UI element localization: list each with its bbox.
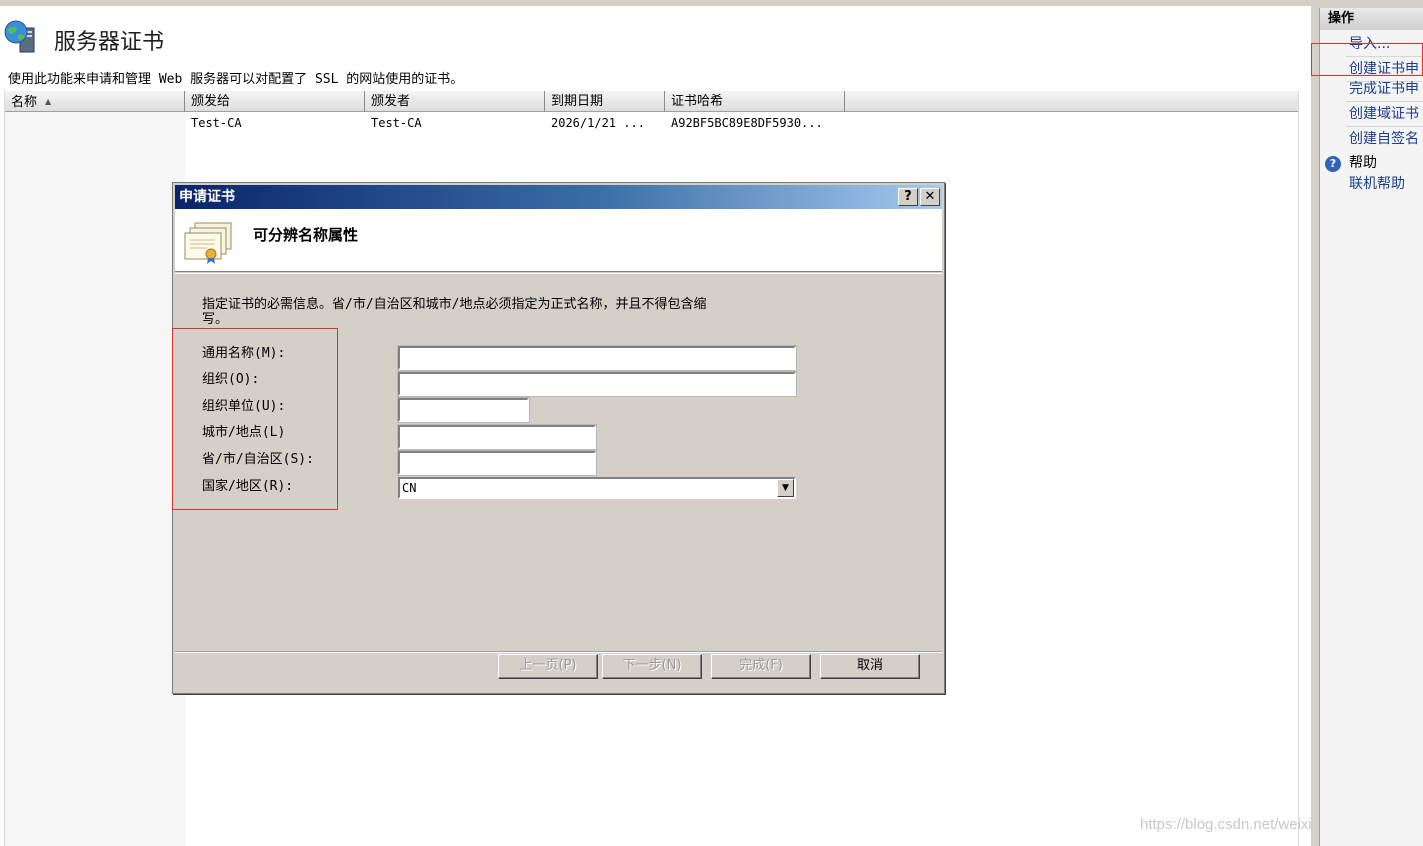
page-title: 服务器证书 (54, 30, 165, 55)
cancel-button[interactable]: 取消 (820, 654, 920, 679)
help-heading: 帮助 (1349, 155, 1377, 171)
dialog-help-button[interactable]: ? (898, 188, 918, 206)
state-field[interactable] (397, 450, 597, 476)
column-header-issued-by[interactable]: 颁发者 (365, 91, 545, 112)
next-button[interactable]: 下一步(N) (602, 654, 702, 679)
country-select[interactable]: CN ▼ (398, 477, 796, 499)
action-create-self-signed[interactable]: 创建自签名 (1349, 128, 1419, 150)
action-complete-cert-request[interactable]: 完成证书申 (1349, 78, 1419, 100)
cell-issued-by: Test-CA (371, 116, 422, 130)
column-header-name-label: 名称 (11, 95, 38, 110)
instructions-text: 指定证书的必需信息。省/市/自治区和城市/地点必须指定为正式名称，并且不得包含缩… (202, 297, 707, 327)
dropdown-arrow-icon[interactable]: ▼ (777, 479, 794, 497)
table-row[interactable]: Test-CA Test-CA 2026/1/21 ... A92BF5BC89… (5, 113, 1298, 133)
sort-up-icon: ▲ (45, 97, 52, 106)
divider (1346, 56, 1423, 57)
organization-field[interactable] (397, 371, 797, 397)
actions-pane: 操作 导入... 创建证书申 完成证书申 创建域证书 创建自签名 ? 帮助 联机… (1311, 0, 1423, 846)
column-header-issued-to[interactable]: 颁发给 (185, 91, 365, 112)
action-create-cert-request[interactable]: 创建证书申 (1349, 58, 1419, 80)
country-select-value: CN (402, 481, 417, 495)
city-field[interactable] (397, 424, 597, 450)
divider (175, 273, 942, 274)
globe-server-icon (4, 20, 35, 53)
finish-button[interactable]: 完成(F) (711, 654, 811, 679)
divider (1346, 101, 1423, 102)
dialog-close-button[interactable]: ✕ (920, 188, 940, 206)
action-create-domain-cert[interactable]: 创建域证书 (1349, 103, 1419, 125)
page-description: 使用此功能来申请和管理 Web 服务器可以对配置了 SSL 的网站使用的证书。 (8, 72, 464, 87)
organization-label: 组织(O): (202, 372, 260, 387)
action-import[interactable]: 导入... (1349, 33, 1390, 55)
dialog-title: 申请证书 (179, 189, 235, 205)
request-certificate-dialog: 申请证书 ? ✕ 可分辨名称属性 指定证书的必需信息。省/市/自治区和城市/地点… (172, 182, 945, 694)
cell-hash: A92BF5BC89E8DF5930... (671, 116, 823, 130)
column-header-hash[interactable]: 证书哈希 (665, 91, 845, 112)
common-name-label: 通用名称(M): (202, 346, 286, 361)
actions-list: 操作 导入... 创建证书申 完成证书申 创建域证书 创建自签名 ? 帮助 联机… (1319, 8, 1423, 846)
list-header: 名称 ▲ 颁发给 颁发者 到期日期 证书哈希 (5, 91, 1298, 112)
divider (175, 652, 942, 653)
column-header-expiry[interactable]: 到期日期 (545, 91, 665, 112)
column-header-name[interactable]: 名称 ▲ (5, 91, 185, 112)
divider (1346, 126, 1423, 127)
wizard-step-heading: 可分辨名称属性 (253, 226, 359, 244)
prev-button[interactable]: 上一页(P) (498, 654, 598, 679)
cell-issued-to: Test-CA (191, 116, 242, 130)
cell-expiry: 2026/1/21 ... (551, 116, 645, 130)
actions-title: 操作 (1320, 8, 1423, 30)
organizational-unit-field[interactable] (397, 397, 530, 423)
wizard-header: 可分辨名称属性 (175, 209, 942, 272)
dialog-titlebar[interactable]: 申请证书 ? ✕ (175, 185, 942, 209)
common-name-field[interactable] (397, 345, 797, 371)
certificate-icon (184, 222, 232, 264)
name-column-background (5, 112, 185, 846)
help-icon: ? (1325, 156, 1341, 172)
state-label: 省/市/自治区(S): (202, 452, 314, 467)
action-online-help[interactable]: 联机帮助 (1349, 173, 1405, 195)
organizational-unit-label: 组织单位(U): (202, 399, 286, 414)
city-label: 城市/地点(L) (202, 425, 286, 440)
country-label: 国家/地区(R): (202, 479, 294, 494)
